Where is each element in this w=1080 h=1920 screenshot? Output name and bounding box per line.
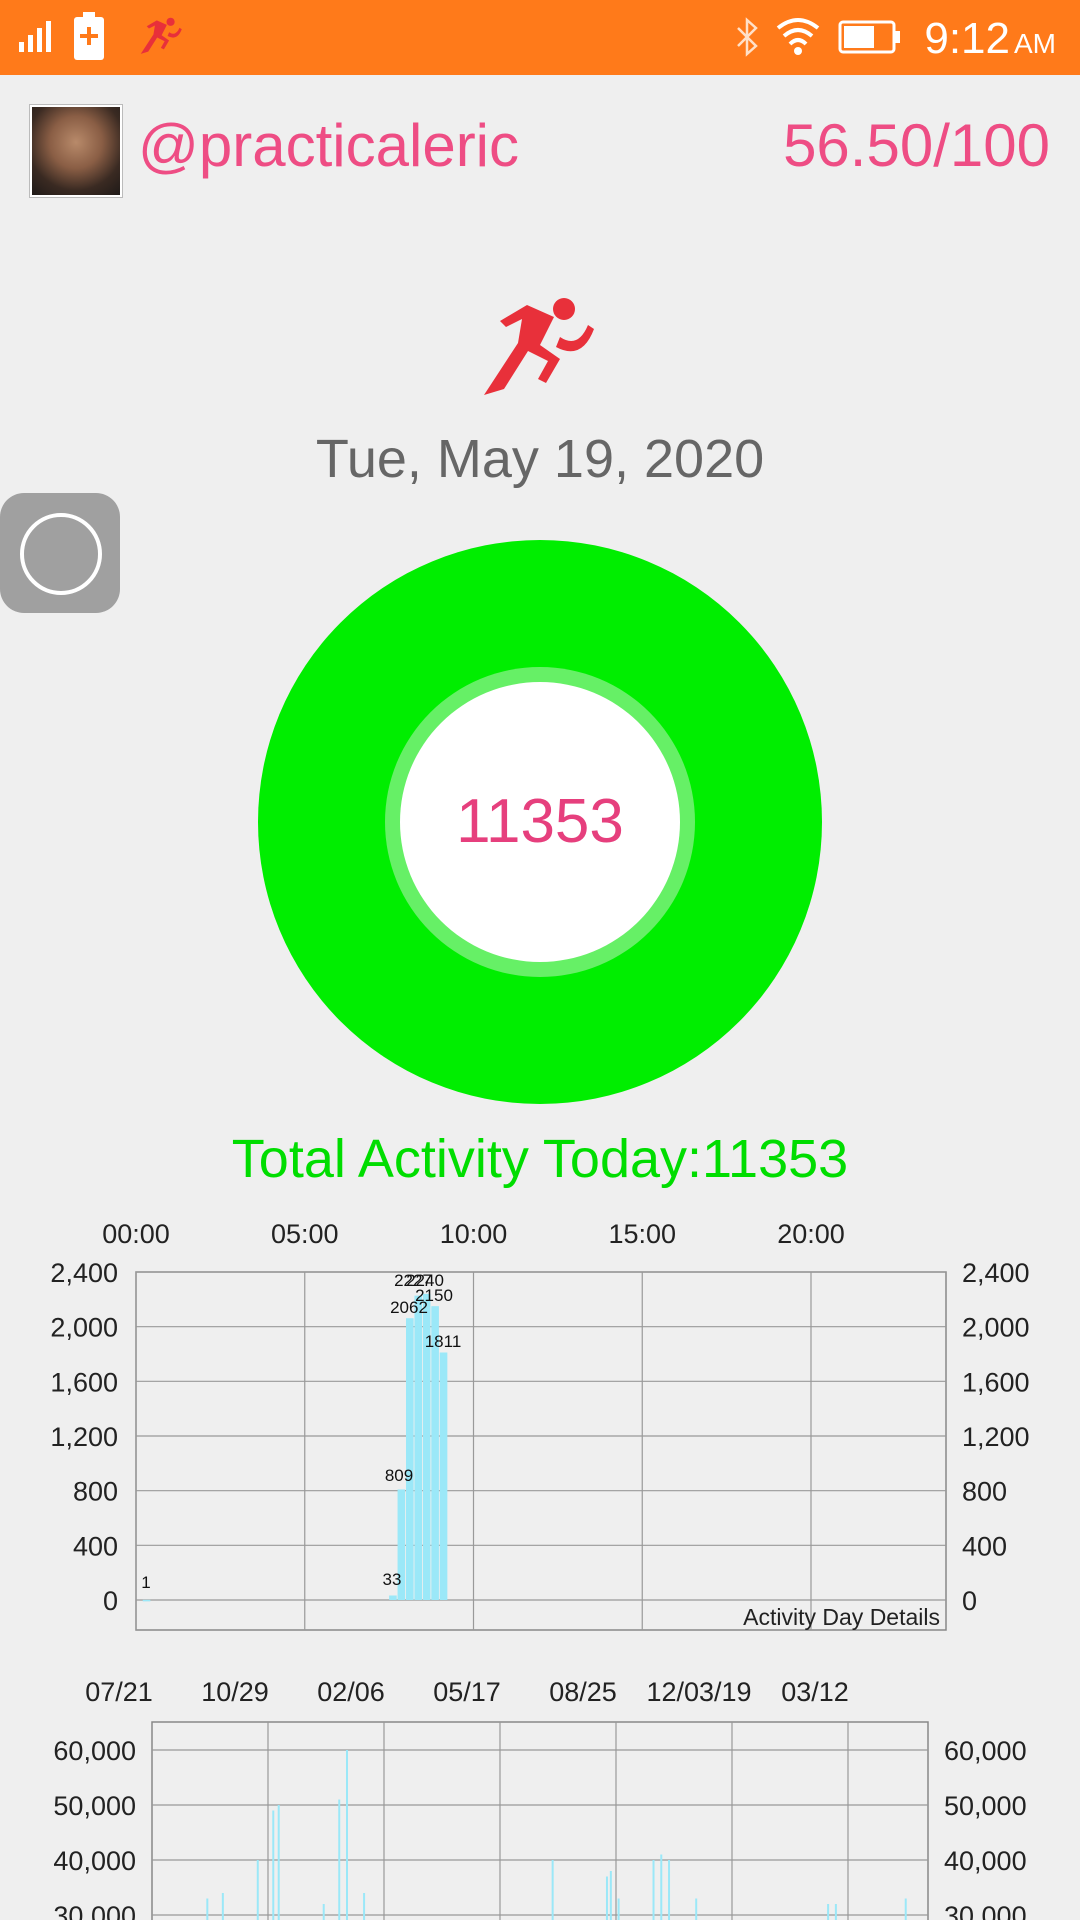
- y-tick-label-right: 30,000: [944, 1901, 1027, 1920]
- battery-icon: [838, 20, 900, 54]
- day-activity-chart[interactable]: 2,400 2,400 2,000 2,000 1,600 1,600 1,200 1,200…: [0, 1210, 1080, 1640]
- y-tick-label-left: 1,200: [50, 1422, 118, 1452]
- bar-value-label: 1: [141, 1573, 150, 1592]
- status-bar: 9:12 AM: [0, 0, 1080, 75]
- activity-ring: 11353: [258, 540, 822, 1104]
- battery-charging-icon: [74, 12, 104, 60]
- y-tick-label-left: 2,000: [50, 1313, 118, 1343]
- x-tick-label: 12/03/19: [646, 1677, 751, 1707]
- y-tick-label-right: 800: [962, 1477, 1007, 1507]
- activity-date[interactable]: Tue, May 19, 2020: [0, 428, 1080, 490]
- y-tick-label-left: 60,000: [53, 1736, 136, 1766]
- bar: [617, 1898, 620, 1920]
- bar: [827, 1904, 830, 1920]
- score: 56.50/100: [783, 112, 1050, 179]
- bar: [605, 1876, 608, 1920]
- y-tick-label-right: 50,000: [944, 1791, 1027, 1821]
- bar: [142, 1599, 151, 1602]
- bar: [272, 1810, 275, 1920]
- bluetooth-icon: [737, 17, 758, 57]
- y-tick-label-left: 1,600: [50, 1367, 118, 1397]
- bar: [338, 1799, 341, 1920]
- clock: 9:12 AM: [924, 14, 1056, 63]
- wifi-icon: [776, 18, 820, 55]
- y-tick-label-left: 400: [73, 1531, 118, 1561]
- y-tick-label-right: 1,200: [962, 1422, 1030, 1452]
- app-runner-icon: [140, 17, 182, 54]
- bar: [834, 1904, 837, 1920]
- bar: [668, 1860, 671, 1920]
- profile-header: @practicaleric 56.50/100: [0, 75, 1080, 225]
- y-tick-label-right: 2,000: [962, 1313, 1030, 1343]
- total-activity-label: Total Activity Today:11353: [231, 1129, 849, 1189]
- steps-value: 11353: [456, 787, 624, 856]
- x-tick-label: 20:00: [777, 1219, 845, 1249]
- x-tick-label: 15:00: [608, 1219, 676, 1249]
- y-tick-label-left: 2,400: [50, 1258, 118, 1288]
- x-tick-label: 05/17: [433, 1677, 501, 1707]
- y-tick-label-right: 60,000: [944, 1736, 1027, 1766]
- bar: [221, 1893, 224, 1920]
- bar: [609, 1871, 612, 1920]
- history-activity-chart[interactable]: 60,000 60,000 50,000 50,000 40,000 40,000 30,0…: [0, 1665, 1080, 1920]
- bar-value-label: 2150: [415, 1286, 453, 1305]
- x-tick-label: 07/21: [85, 1677, 153, 1707]
- x-tick-label: 10:00: [440, 1219, 508, 1249]
- y-tick-label-right: 1,600: [962, 1367, 1030, 1397]
- x-tick-label: 08/25: [549, 1677, 617, 1707]
- bar: [439, 1352, 448, 1600]
- chart-description: Activity Day Details: [743, 1604, 940, 1630]
- bar: [363, 1893, 366, 1920]
- bar-value-label: 1811: [425, 1332, 462, 1351]
- bar: [206, 1898, 209, 1920]
- bar: [414, 1295, 423, 1600]
- plot-frame: [135, 1271, 947, 1631]
- bar: [277, 1805, 280, 1920]
- circle-icon: [20, 513, 102, 595]
- y-tick-label-right: 400: [962, 1531, 1007, 1561]
- bar-value-label: 809: [385, 1466, 413, 1485]
- bar: [322, 1904, 325, 1920]
- x-tick-label: 03/12: [781, 1677, 849, 1707]
- x-tick-label: 05:00: [271, 1219, 339, 1249]
- y-tick-label-left: 30,000: [53, 1901, 136, 1920]
- signal-icon: [19, 21, 51, 52]
- floating-assistive-button[interactable]: [0, 493, 120, 613]
- username[interactable]: @practicaleric: [138, 111, 519, 180]
- runner-icon: [484, 298, 594, 395]
- bar: [695, 1898, 698, 1920]
- x-tick-label: 00:00: [102, 1219, 170, 1249]
- y-tick-label-left: 800: [73, 1477, 118, 1507]
- bar: [551, 1860, 554, 1920]
- bar: [346, 1750, 348, 1920]
- y-tick-label-left: 0: [103, 1586, 118, 1616]
- bar: [406, 1318, 414, 1600]
- bar: [904, 1898, 907, 1920]
- y-tick-label-right: 2,400: [962, 1258, 1030, 1288]
- avatar[interactable]: [30, 105, 122, 197]
- bar: [389, 1595, 397, 1600]
- bar: [256, 1860, 259, 1920]
- y-tick-label-right: 40,000: [944, 1846, 1027, 1876]
- y-tick-label-left: 50,000: [53, 1791, 136, 1821]
- y-tick-label-right: 0: [962, 1586, 977, 1616]
- x-tick-label: 02/06: [317, 1677, 385, 1707]
- y-tick-label-left: 40,000: [53, 1846, 136, 1876]
- bar: [660, 1854, 663, 1920]
- bar-value-label: 33: [383, 1570, 402, 1589]
- x-tick-label: 10/29: [201, 1677, 269, 1707]
- bar: [652, 1860, 655, 1920]
